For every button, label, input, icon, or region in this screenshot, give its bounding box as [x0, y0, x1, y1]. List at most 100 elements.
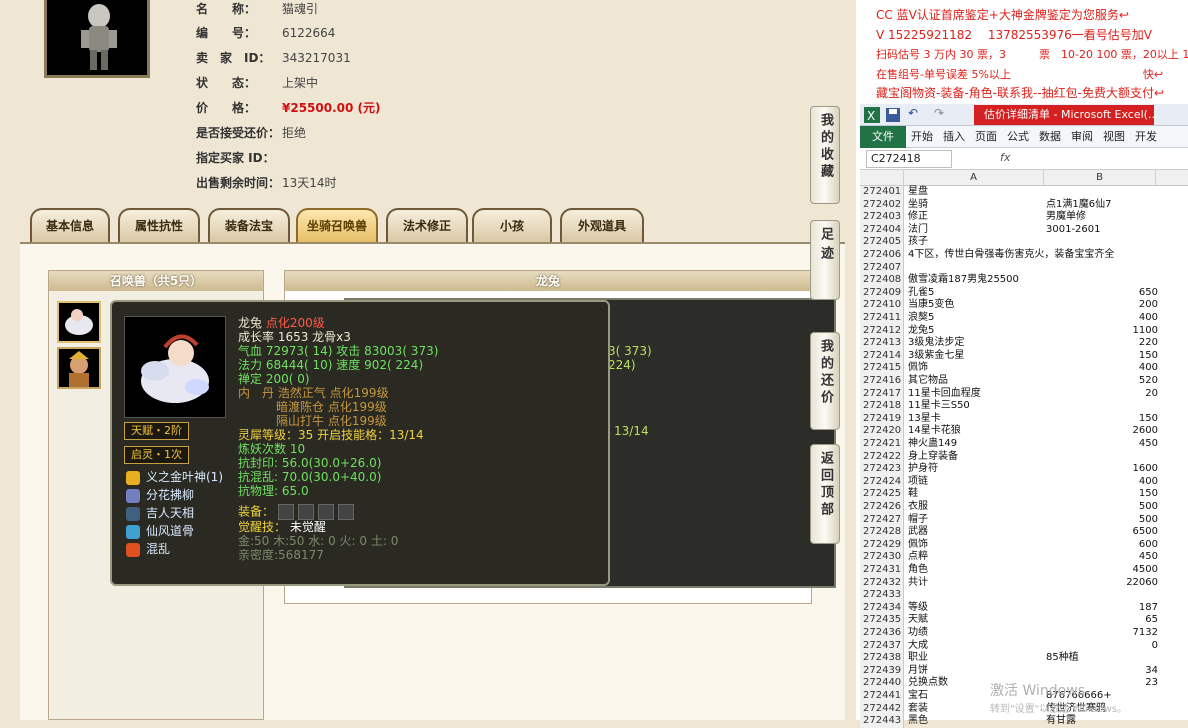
table-row[interactable]: 272434 等级 187: [860, 601, 1188, 615]
summon-thumb-1[interactable]: [57, 301, 101, 343]
row-number[interactable]: 272436: [860, 627, 904, 640]
table-row[interactable]: 272422 身上穿装备: [860, 450, 1188, 464]
cell-a[interactable]: 点粹: [908, 551, 1042, 564]
summon-thumb-2[interactable]: [57, 347, 101, 389]
cell-b[interactable]: 0: [1046, 640, 1158, 653]
cell-b[interactable]: 6500: [1046, 526, 1158, 539]
cell-a[interactable]: 4下区，传世白骨强毒伤害克火，装备宝宝齐全: [908, 249, 1114, 262]
table-row[interactable]: 272402 坐骑 点1满1魔6仙7: [860, 198, 1188, 212]
cell-a[interactable]: 修正: [908, 211, 1042, 224]
row-number[interactable]: 272405: [860, 236, 904, 249]
cell-a[interactable]: 职业: [908, 652, 1042, 665]
cell-b[interactable]: 85种植: [1046, 652, 1158, 665]
table-row[interactable]: 272433: [860, 589, 1188, 602]
cell-a[interactable]: 傲雪凌霜187男鬼25500: [908, 274, 1042, 287]
row-number[interactable]: 272434: [860, 601, 904, 615]
cell-a[interactable]: 龙兔5: [908, 325, 1042, 338]
table-row[interactable]: 272429 佩饰 600: [860, 538, 1188, 552]
row-number[interactable]: 272443: [860, 715, 904, 728]
table-row[interactable]: 272420 14星卡花狼 2600: [860, 425, 1188, 438]
row-number[interactable]: 272421: [860, 438, 904, 451]
row-number[interactable]: 272410: [860, 299, 904, 312]
table-row[interactable]: 272411 浪獒5 400: [860, 312, 1188, 325]
cell-b[interactable]: 220: [1046, 337, 1158, 350]
table-row[interactable]: 272428 武器 6500: [860, 526, 1188, 539]
cell-a[interactable]: 月饼: [908, 665, 1042, 678]
cell-a[interactable]: 衣服: [908, 501, 1042, 514]
footprint-button[interactable]: 足迹: [810, 220, 840, 300]
cell-a[interactable]: 其它物品: [908, 375, 1042, 388]
back-to-top-button[interactable]: 返回顶部: [810, 444, 840, 544]
cell-b[interactable]: 150: [1046, 413, 1158, 426]
table-row[interactable]: 272414 3级紫金七星 150: [860, 349, 1188, 363]
tab-attributes[interactable]: 属性抗性: [118, 208, 200, 242]
undo-icon[interactable]: ↶: [908, 106, 918, 120]
row-number[interactable]: 272437: [860, 639, 904, 653]
row-number[interactable]: 272420: [860, 425, 904, 438]
table-row[interactable]: 272405 孩子: [860, 236, 1188, 249]
row-number[interactable]: 272413: [860, 337, 904, 350]
table-row[interactable]: 272443 黑色 有甘露: [860, 715, 1188, 728]
row-number[interactable]: 272401: [860, 186, 904, 199]
table-row[interactable]: 272419 13星卡 150: [860, 412, 1188, 426]
table-row[interactable]: 272403 修正 男魔单修: [860, 211, 1188, 224]
cell-a[interactable]: 鞋: [908, 488, 1042, 501]
cell-b[interactable]: 有甘露: [1046, 715, 1158, 728]
cell-b[interactable]: 200: [1046, 299, 1158, 312]
cell-a[interactable]: 当康5变色: [908, 299, 1042, 312]
cell-b[interactable]: 150: [1046, 350, 1158, 363]
cell-b[interactable]: 3001-2601: [1046, 224, 1158, 237]
table-row[interactable]: 272404 法门 3001-2601: [860, 223, 1188, 237]
table-row[interactable]: 272417 11星卡回血程度 20: [860, 387, 1188, 401]
cell-b[interactable]: 187: [1046, 602, 1158, 615]
row-number[interactable]: 272425: [860, 488, 904, 501]
table-row[interactable]: 272408 傲雪凌霜187男鬼25500: [860, 274, 1188, 287]
cell-a[interactable]: 14星卡花狼: [908, 425, 1042, 438]
cell-b[interactable]: 500: [1046, 514, 1158, 527]
table-row[interactable]: 272410 当康5变色 200: [860, 299, 1188, 312]
row-number[interactable]: 272403: [860, 211, 904, 224]
cell-a[interactable]: 孔雀5: [908, 287, 1042, 300]
my-counter-offers-button[interactable]: 我的还价: [810, 332, 840, 430]
table-row[interactable]: 272431 角色 4500: [860, 564, 1188, 577]
tab-equipment[interactable]: 装备法宝: [208, 208, 290, 242]
cell-a[interactable]: 孩子: [908, 236, 1042, 249]
tab-mounts-summons[interactable]: 坐骑召唤兽: [296, 208, 378, 242]
cell-b[interactable]: 650: [1046, 287, 1158, 300]
table-row[interactable]: 272436 功绩 7132: [860, 627, 1188, 640]
cell-a[interactable]: 佩饰: [908, 362, 1042, 375]
table-row[interactable]: 272425 鞋 150: [860, 488, 1188, 501]
cell-a[interactable]: 项链: [908, 476, 1042, 489]
row-number[interactable]: 272430: [860, 551, 904, 564]
cell-a[interactable]: 大成: [908, 640, 1042, 653]
name-box[interactable]: C272418: [866, 150, 952, 168]
save-icon[interactable]: [886, 108, 900, 122]
row-number[interactable]: 272427: [860, 513, 904, 527]
cell-a[interactable]: 星盘: [908, 186, 1042, 199]
row-number[interactable]: 272423: [860, 463, 904, 476]
row-number[interactable]: 272429: [860, 538, 904, 552]
table-row[interactable]: 272409 孔雀5 650: [860, 286, 1188, 300]
cell-a[interactable]: 身上穿装备: [908, 451, 1042, 464]
tab-appearance[interactable]: 外观道具: [560, 208, 644, 242]
row-number[interactable]: 272431: [860, 564, 904, 577]
table-row[interactable]: 272413 3级鬼法步定 220: [860, 337, 1188, 350]
cell-b[interactable]: 点1满1魔6仙7: [1046, 199, 1158, 212]
table-row[interactable]: 272407: [860, 261, 1188, 275]
table-row[interactable]: 272438 职业 85种植: [860, 652, 1188, 665]
row-number[interactable]: 272409: [860, 286, 904, 300]
table-row[interactable]: 272423 护身符 1600: [860, 463, 1188, 476]
cell-a[interactable]: 神火蛊149: [908, 438, 1042, 451]
ribbon-tab-review[interactable]: 审阅: [1066, 126, 1098, 148]
cell-a[interactable]: 武器: [908, 526, 1042, 539]
row-number[interactable]: 272418: [860, 400, 904, 413]
cell-a[interactable]: 角色: [908, 564, 1042, 577]
ribbon-tab-view[interactable]: 视图: [1098, 126, 1130, 148]
redo-icon[interactable]: ↷: [934, 106, 944, 120]
table-row[interactable]: 272406 4下区，传世白骨强毒伤害克火，装备宝宝齐全: [860, 249, 1188, 262]
ribbon-tab-data[interactable]: 数据: [1034, 126, 1066, 148]
table-row[interactable]: 272430 点粹 450: [860, 551, 1188, 564]
row-number[interactable]: 272440: [860, 677, 904, 690]
cell-b[interactable]: 22060: [1046, 577, 1158, 590]
ribbon-tab-developer[interactable]: 开发: [1130, 126, 1162, 148]
